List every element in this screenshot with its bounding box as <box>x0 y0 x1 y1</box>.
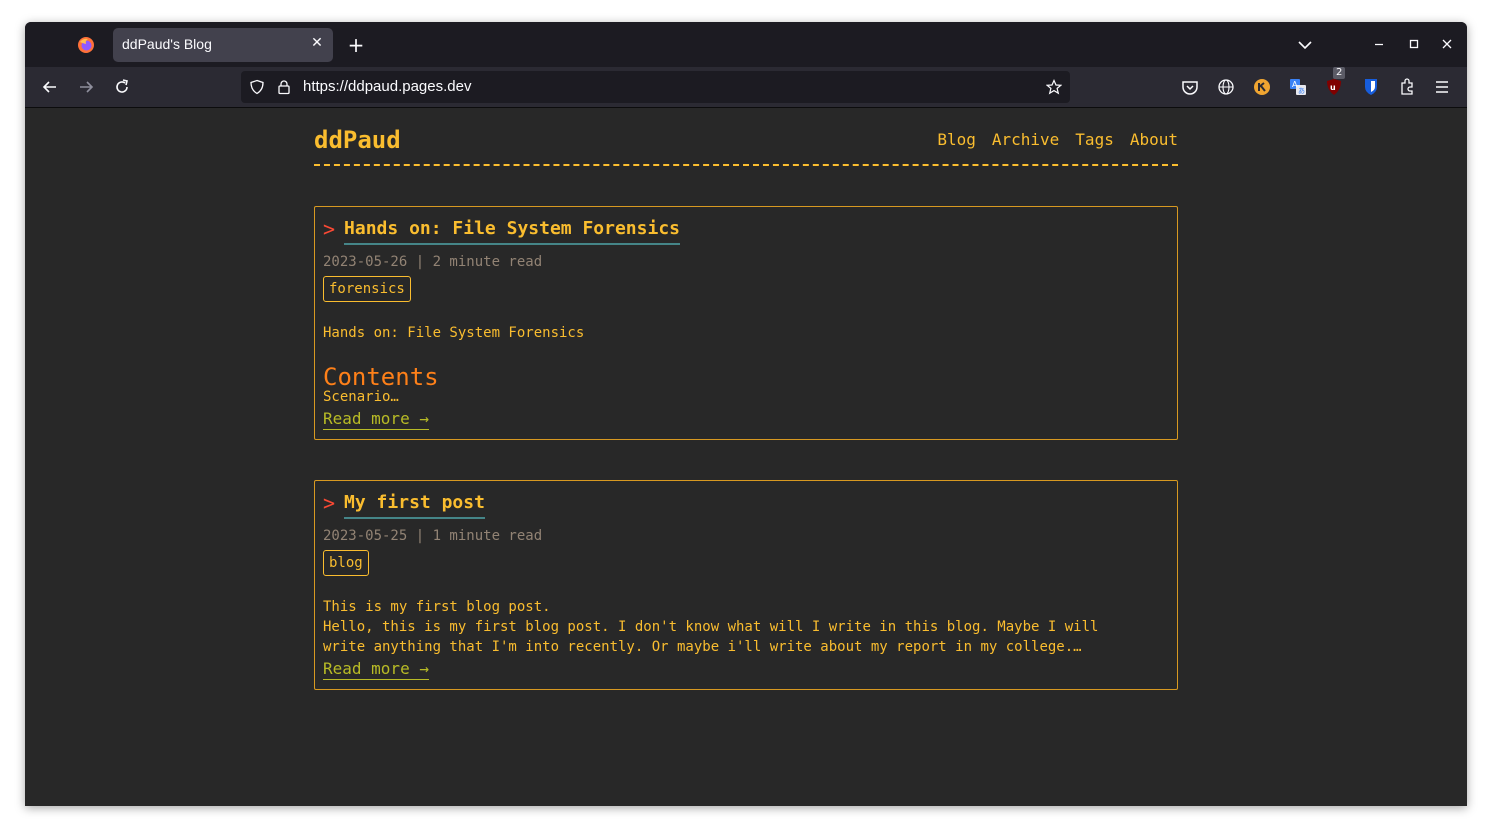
post-title-row: > My first post <box>323 491 485 519</box>
translate-icon[interactable]: A あ <box>1288 77 1308 97</box>
post-summary-line: Hello, this is my first blog post. I don… <box>323 619 1099 635</box>
new-tab-icon[interactable]: + <box>345 34 367 56</box>
post-card: > My first post 2023-05-25 | 1 minute re… <box>314 480 1178 690</box>
menu-item-archive[interactable]: Archive <box>992 130 1059 149</box>
post-tag[interactable]: forensics <box>323 276 411 302</box>
back-icon[interactable] <box>40 77 60 97</box>
ublock-icon[interactable]: u <box>1324 77 1344 97</box>
minimize-icon[interactable] <box>1371 36 1387 52</box>
post-summary-line: write anything that I'm into recently. O… <box>323 639 1082 655</box>
tab-active[interactable]: ddPaud's Blog ✕ <box>113 28 333 62</box>
menu-item-about[interactable]: About <box>1130 130 1178 149</box>
post-tag[interactable]: blog <box>323 550 369 576</box>
svg-text:u: u <box>1330 83 1336 92</box>
firefox-icon[interactable] <box>77 36 95 54</box>
lock-icon[interactable] <box>276 79 292 95</box>
url-text[interactable]: https://ddpaud.pages.dev <box>303 78 471 95</box>
svg-text:あ: あ <box>1298 87 1305 95</box>
post-summary-line: This is my first blog post. <box>323 599 551 615</box>
hamburger-menu-icon[interactable] <box>1432 77 1452 97</box>
globe-icon[interactable] <box>1216 77 1236 97</box>
post-title[interactable]: My first post <box>344 491 485 519</box>
post-title-row: > Hands on: File System Forensics <box>323 217 680 245</box>
forward-icon[interactable] <box>76 77 96 97</box>
tab-close-icon[interactable]: ✕ <box>309 35 325 51</box>
browser-window: ddPaud's Blog ✕ + https://ddpaud.pages.d… <box>25 22 1467 806</box>
tab-title: ddPaud's Blog <box>122 36 212 52</box>
ext-extension-icon[interactable] <box>1252 77 1272 97</box>
chevron-down-icon[interactable] <box>1295 35 1315 55</box>
tab-strip: ddPaud's Blog ✕ + <box>25 22 1467 67</box>
reload-icon[interactable] <box>112 77 132 97</box>
title-arrow-icon: > <box>323 217 336 241</box>
extensions-puzzle-icon[interactable] <box>1397 77 1417 97</box>
site-header: ddPaud Blog Archive Tags About <box>314 126 1178 166</box>
post-excerpt: Scenario… <box>323 389 399 405</box>
ublock-count-badge: 2 <box>1333 67 1346 79</box>
site-logo[interactable]: ddPaud <box>314 126 401 154</box>
site-menu: Blog Archive Tags About <box>937 130 1178 149</box>
bookmark-star-icon[interactable] <box>1046 79 1062 95</box>
menu-item-tags[interactable]: Tags <box>1075 130 1114 149</box>
nav-bar: https://ddpaud.pages.dev A あ u 2 <box>25 67 1467 108</box>
post-summary: Hands on: File System Forensics <box>323 325 585 341</box>
post-meta: 2023-05-26 | 2 minute read <box>323 254 543 270</box>
maximize-icon[interactable] <box>1406 36 1422 52</box>
menu-item-blog[interactable]: Blog <box>937 130 976 149</box>
read-more-link[interactable]: Read more → <box>323 659 429 680</box>
post-meta: 2023-05-25 | 1 minute read <box>323 528 543 544</box>
page-content: ddPaud Blog Archive Tags About > Hands o… <box>25 108 1467 806</box>
url-bar[interactable]: https://ddpaud.pages.dev <box>241 71 1070 103</box>
bitwarden-icon[interactable] <box>1361 77 1381 97</box>
post-card: > Hands on: File System Forensics 2023-0… <box>314 206 1178 440</box>
read-more-link[interactable]: Read more → <box>323 409 429 430</box>
shield-icon[interactable] <box>249 79 265 95</box>
title-arrow-icon: > <box>323 491 336 515</box>
pocket-icon[interactable] <box>1180 77 1200 97</box>
window-close-icon[interactable] <box>1439 36 1455 52</box>
post-title[interactable]: Hands on: File System Forensics <box>344 217 680 245</box>
